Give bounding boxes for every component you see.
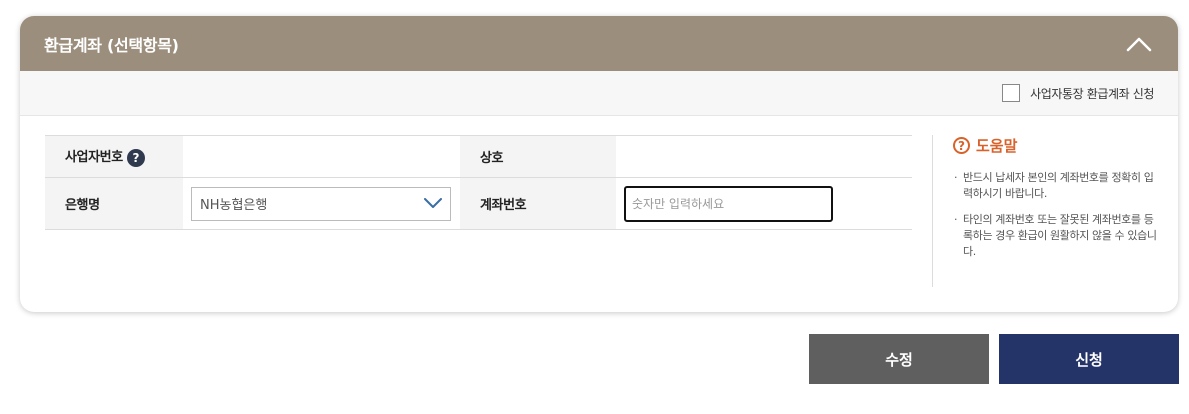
help-title: ? 도움말 <box>953 135 1158 156</box>
help-title-text: 도움말 <box>976 137 1018 155</box>
bank-label: 은행명 <box>45 177 183 230</box>
refund-account-form: 사업자번호? 상호 은행명 NH농협은행 계좌번호 <box>45 135 912 230</box>
apply-button[interactable]: 신청 <box>999 334 1179 384</box>
account-no-label: 계좌번호 <box>460 177 616 230</box>
option-bar: 사업자통장 환급계좌 신청 <box>20 71 1178 116</box>
bank-select-value: NH농협은행 <box>200 198 268 213</box>
bank-select[interactable]: NH농협은행 <box>191 186 451 221</box>
chevron-up-icon <box>1126 37 1152 51</box>
form-row: 은행명 NH농협은행 계좌번호 <box>45 177 912 230</box>
chevron-down-icon <box>424 198 442 208</box>
help-item: 타인의 계좌번호 또는 잘못된 계좌번호를 등록하는 경우 환급이 원활하지 않… <box>953 212 1158 260</box>
business-no-value <box>183 135 460 178</box>
panel-header: 환급계좌 (선택항목) <box>20 16 1178 71</box>
business-no-label: 사업자번호 <box>65 150 123 166</box>
account-no-input[interactable] <box>624 185 833 222</box>
help-question-icon[interactable]: ? <box>126 148 145 167</box>
panel-content: 사업자번호? 상호 은행명 NH농협은행 계좌번호 숫자만 입력하세요 ? 도움… <box>20 116 1178 312</box>
help-item: 반드시 납세자 본인의 계좌번호를 정확히 입력하시기 바랍니다. <box>953 170 1158 202</box>
help-box: ? 도움말 반드시 납세자 본인의 계좌번호를 정확히 입력하시기 바랍니다. … <box>932 135 1158 287</box>
question-circle-icon: ? <box>953 137 970 154</box>
account-no-cell <box>616 177 912 230</box>
form-row: 사업자번호? 상호 <box>45 135 912 178</box>
company-label: 상호 <box>460 135 616 178</box>
company-value <box>616 135 912 178</box>
collapse-button[interactable] <box>1124 29 1154 59</box>
edit-button[interactable]: 수정 <box>809 334 989 384</box>
business-account-checkbox[interactable] <box>1002 84 1021 102</box>
panel-title: 환급계좌 (선택항목) <box>44 35 179 55</box>
refund-account-panel: 환급계좌 (선택항목) 사업자통장 환급계좌 신청 사업자번호? 상호 은행명 <box>20 16 1178 312</box>
bank-select-cell: NH농협은행 <box>183 177 460 230</box>
business-account-checkbox-label[interactable]: 사업자통장 환급계좌 신청 <box>1030 85 1154 102</box>
business-no-label-cell: 사업자번호? <box>45 135 183 178</box>
